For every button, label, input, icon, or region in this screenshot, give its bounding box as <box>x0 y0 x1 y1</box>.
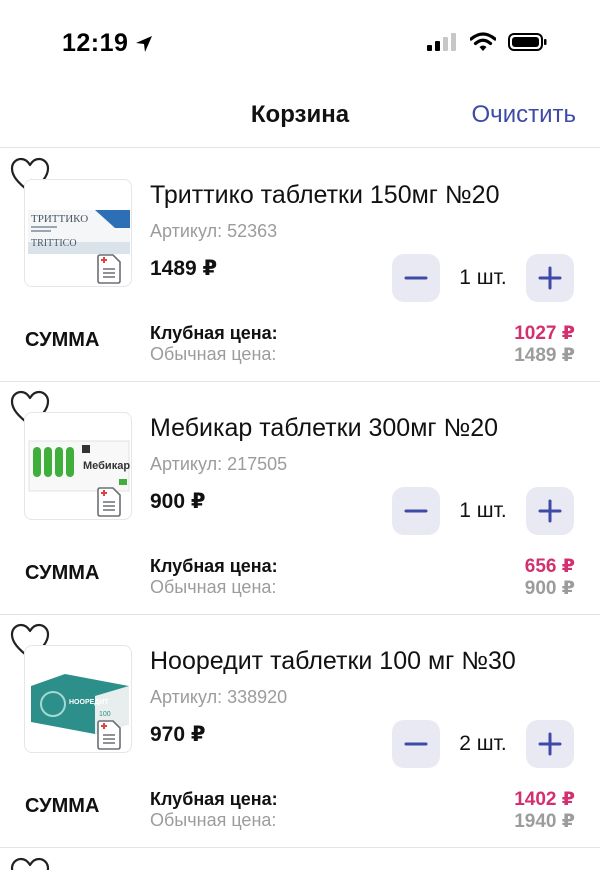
product-sku: Артикул: 338920 <box>150 687 288 707</box>
status-time: 12:19 <box>62 29 154 58</box>
minus-icon <box>404 509 428 513</box>
product-sku: Артикул: 217505 <box>150 454 288 474</box>
svg-text:100: 100 <box>99 711 111 718</box>
plus-icon <box>538 266 562 290</box>
svg-text:TRITTICO: TRITTICO <box>31 238 77 249</box>
minus-icon <box>404 276 428 280</box>
regular-price-label: Обычная цена: <box>150 810 277 830</box>
product-name[interactable]: Нооредит таблетки 100 мг №30 <box>150 647 516 676</box>
prescription-document-icon <box>97 720 121 750</box>
increase-quantity-button[interactable] <box>526 720 574 768</box>
cart-item: Мебикар Мебикар таблетки 300мг №20 Артик… <box>0 382 600 615</box>
regular-price-label: Обычная цена: <box>150 577 277 597</box>
product-price: 1489 ₽ <box>150 257 218 280</box>
club-price-value: 1027 ₽ <box>514 323 575 344</box>
wifi-icon <box>470 32 496 51</box>
club-price-value: 656 ₽ <box>524 556 575 577</box>
sum-label: СУММА <box>25 329 100 351</box>
regular-price-value: 1940 ₽ <box>514 811 575 832</box>
club-price-label: Клубная цена: <box>150 789 278 809</box>
product-name[interactable]: Триттико таблетки 150мг №20 <box>150 181 500 210</box>
increase-quantity-button[interactable] <box>526 487 574 535</box>
quantity-value: 1 шт. <box>459 266 507 289</box>
status-indicators <box>426 32 548 52</box>
plus-icon <box>538 499 562 523</box>
regular-price-value: 1489 ₽ <box>514 345 575 366</box>
decrease-quantity-button[interactable] <box>392 487 440 535</box>
cart-item: ТРИТТИКО TRITTICO Триттико таблетки 150м… <box>0 149 600 382</box>
pack-label: Мебикар <box>83 460 130 472</box>
cart-item: НООРЕДИТ 100 Нооредит таблетки 100 мг №3… <box>0 615 600 848</box>
sum-label: СУММА <box>25 795 100 817</box>
cart-list: ТРИТТИКО TRITTICO Триттико таблетки 150м… <box>0 149 600 848</box>
decrease-quantity-button[interactable] <box>392 720 440 768</box>
location-arrow-icon <box>136 35 153 52</box>
cellular-signal-icon <box>427 33 456 51</box>
status-bar: 12:19 <box>0 0 600 90</box>
plus-icon <box>538 732 562 756</box>
decrease-quantity-button[interactable] <box>392 254 440 302</box>
quantity-value: 1 шт. <box>459 499 507 522</box>
product-name[interactable]: Мебикар таблетки 300мг №20 <box>150 414 498 443</box>
prescription-document-icon <box>97 487 121 517</box>
status-time-text: 12:19 <box>62 29 129 57</box>
nav-bar: Корзина Очистить <box>0 90 600 148</box>
club-price-label: Клубная цена: <box>150 556 278 576</box>
quantity-value: 2 шт. <box>459 732 507 755</box>
prescription-document-icon <box>97 254 121 284</box>
pack-label: ТРИТТИКО <box>31 213 88 225</box>
sum-label: СУММА <box>25 562 100 584</box>
heart-outline-icon[interactable] <box>10 857 50 870</box>
minus-icon <box>404 742 428 746</box>
clear-cart-button[interactable]: Очистить <box>472 101 576 129</box>
club-price-label: Клубная цена: <box>150 323 278 343</box>
regular-price-label: Обычная цена: <box>150 344 277 364</box>
product-price: 970 ₽ <box>150 723 206 746</box>
product-sku: Артикул: 52363 <box>150 221 278 241</box>
regular-price-value: 900 ₽ <box>524 578 575 599</box>
product-price: 900 ₽ <box>150 490 206 513</box>
club-price-value: 1402 ₽ <box>514 789 575 810</box>
increase-quantity-button[interactable] <box>526 254 574 302</box>
battery-icon <box>508 33 547 51</box>
pack-label: НООРЕДИТ <box>69 699 109 706</box>
